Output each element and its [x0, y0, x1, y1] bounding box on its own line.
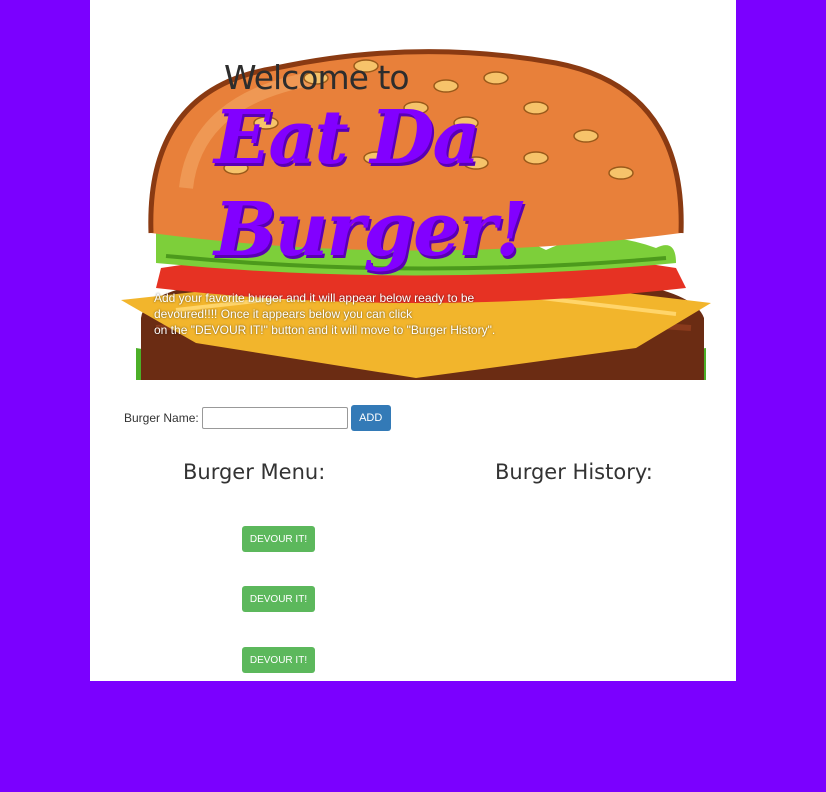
- burger-menu-title: Burger Menu:: [183, 460, 326, 484]
- devour-button[interactable]: DEVOUR IT!: [242, 526, 315, 552]
- brand-title: Eat Da Burger!: [214, 92, 544, 276]
- devour-button[interactable]: DEVOUR IT!: [242, 586, 315, 612]
- burger-history-title: Burger History:: [495, 460, 653, 484]
- devour-button[interactable]: DEVOUR IT!: [242, 647, 315, 673]
- intro-text: Add your favorite burger and it will app…: [154, 290, 534, 338]
- brand-line-1: Eat Da: [214, 95, 480, 181]
- intro-line-1: Add your favorite burger and it will app…: [154, 291, 475, 305]
- main-container: Welcome to Eat Da Burger! Add your favor…: [90, 0, 736, 681]
- brand-line-2: Burger!: [214, 187, 528, 273]
- burger-name-label: Burger Name:: [124, 411, 199, 425]
- burger-name-input[interactable]: [201, 407, 348, 429]
- intro-line-2: devoured!!!! Once it appears below you c…: [154, 307, 413, 321]
- add-button[interactable]: ADD: [350, 405, 391, 431]
- intro-line-3: on the "DEVOUR IT!" button and it will m…: [154, 323, 496, 337]
- add-burger-form: Burger Name: ADD: [124, 405, 391, 431]
